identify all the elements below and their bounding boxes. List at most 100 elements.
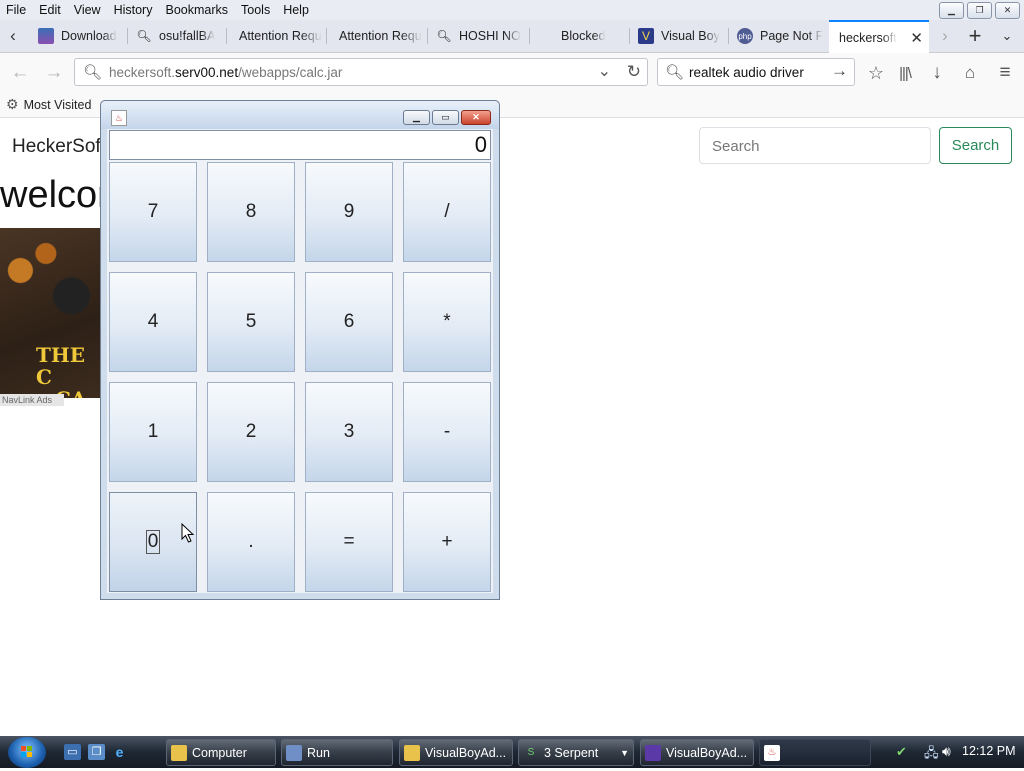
tab-download[interactable]: Download — [30, 20, 128, 52]
list-all-tabs-button[interactable]: ⌄ — [994, 20, 1020, 52]
restore-button[interactable]: ❐ — [967, 2, 992, 19]
key-3[interactable]: 3 — [305, 382, 393, 482]
browser-window-controls: ▁ ❐ ✕ — [939, 2, 1020, 19]
start-button[interactable] — [8, 737, 46, 768]
menu-view[interactable]: View — [68, 3, 108, 17]
menu-file[interactable]: File — [0, 3, 33, 17]
folder-icon — [404, 744, 420, 761]
key-5[interactable]: 5 — [207, 272, 295, 372]
close-tab-icon[interactable]: ✕ — [910, 29, 923, 47]
vba-icon: V — [638, 28, 654, 44]
search-bar[interactable]: 🔍︎ realtek audio driver → — [657, 58, 855, 86]
arrow-left-icon: ← — [10, 62, 30, 83]
calc-maximize-button[interactable]: ▭ — [432, 110, 459, 125]
key-equals[interactable]: = — [305, 492, 393, 592]
url-dropdown-icon[interactable]: ⌄ — [598, 61, 611, 81]
bookmark-star-button[interactable]: ☆ — [864, 61, 888, 85]
open-menu-button[interactable]: ≡ — [993, 61, 1017, 85]
taskbar-serpent-group[interactable]: S3 Serpent ▼ — [518, 739, 634, 766]
page-search-button[interactable]: Search — [939, 127, 1012, 164]
search-icon: 🔍︎ — [436, 29, 452, 43]
serpent-icon: S — [527, 746, 535, 758]
calc-minimize-button[interactable]: ▁ — [403, 110, 430, 125]
page-icon — [38, 28, 54, 44]
internet-explorer-icon[interactable]: e — [111, 744, 128, 760]
java-icon: ♨ — [111, 110, 127, 126]
tab-scroll-left-button[interactable]: ‹ — [0, 20, 26, 52]
tab-visual-boy[interactable]: V Visual Boy — [630, 20, 729, 52]
key-2[interactable]: 2 — [207, 382, 295, 482]
gear-icon: ⚙ — [6, 96, 19, 112]
most-visited-bookmark[interactable]: ⚙ Most Visited — [6, 96, 91, 113]
key-8[interactable]: 8 — [207, 162, 295, 262]
menu-tools[interactable]: Tools — [235, 3, 277, 17]
downloads-button[interactable]: ↓ — [925, 61, 949, 85]
taskbar-computer[interactable]: Computer — [166, 739, 276, 766]
php-icon: php — [737, 28, 753, 44]
key-6[interactable]: 6 — [305, 272, 393, 372]
tab-osu-search[interactable]: 🔍︎ osu!fallBA — [128, 20, 227, 52]
page-search-input[interactable]: Search — [699, 127, 931, 164]
url-bar[interactable]: 🔍︎ heckersoft.serv00.net/webapps/calc.ja… — [74, 58, 648, 86]
hamburger-menu-icon: ≡ — [999, 62, 1011, 83]
tab-heckersoft[interactable]: heckersoft ✕ — [829, 20, 929, 53]
menu-history[interactable]: History — [108, 3, 160, 17]
reload-icon[interactable]: ↻ — [627, 62, 641, 82]
menu-help[interactable]: Help — [277, 3, 316, 17]
close-button[interactable]: ✕ — [995, 2, 1020, 19]
key-decimal[interactable]: . — [207, 492, 295, 592]
key-multiply[interactable]: * — [403, 272, 491, 372]
tab-page-not-found[interactable]: php Page Not F — [729, 20, 829, 52]
caret-down-icon: ▼ — [620, 747, 629, 758]
tab-scroll-right-button[interactable]: › — [932, 20, 958, 52]
key-7[interactable]: 7 — [109, 162, 197, 262]
chevron-left-icon: ‹ — [10, 26, 16, 45]
tab-attention-required-1[interactable]: Attention Requ — [227, 20, 327, 52]
library-icon: |||\ — [899, 64, 912, 82]
tab-hoshi-search[interactable]: 🔍︎ HOSHI NO — [428, 20, 530, 52]
taskbar-java-calculator[interactable]: ♨ — [759, 739, 871, 766]
url-text: heckersoft.serv00.net/webapps/calc.jar — [109, 65, 343, 80]
key-subtract[interactable]: - — [403, 382, 491, 482]
menu-edit[interactable]: Edit — [33, 3, 68, 17]
search-icon: 🔍︎ — [665, 64, 685, 81]
network-icon[interactable]: 🖧 — [924, 744, 939, 766]
show-desktop-icon[interactable]: ▭ — [64, 744, 81, 760]
menu-bar: File Edit View History Bookmarks Tools H… — [0, 0, 1024, 20]
windows-logo-icon — [21, 746, 32, 757]
key-add[interactable]: + — [403, 492, 491, 592]
calc-close-button[interactable]: ✕ — [461, 110, 491, 125]
tab-bar: ‹ Download 🔍︎ osu!fallBA Attention Requ … — [0, 20, 1024, 53]
key-divide[interactable]: / — [403, 162, 491, 262]
key-4[interactable]: 4 — [109, 272, 197, 372]
home-button[interactable]: ⌂ — [958, 61, 982, 85]
calculator-titlebar[interactable]: ♨ ▁ ▭ ✕ — [101, 101, 499, 129]
new-tab-button[interactable]: + — [962, 20, 988, 52]
tab-attention-required-2[interactable]: Attention Requ — [327, 20, 428, 52]
minimize-button[interactable]: ▁ — [939, 2, 964, 19]
advertisement-image[interactable]: THE C.CA — [0, 228, 102, 398]
key-9[interactable]: 9 — [305, 162, 393, 262]
back-button[interactable]: ← — [8, 61, 32, 85]
key-1[interactable]: 1 — [109, 382, 197, 482]
switch-windows-icon[interactable]: ❐ — [88, 744, 105, 760]
taskbar-clock[interactable]: 12:12 PM — [962, 744, 1016, 758]
calculator-display: 0 — [109, 130, 491, 160]
welcome-heading: welcor — [0, 174, 110, 216]
site-brand[interactable]: HeckerSof — [12, 136, 101, 158]
navlink-ads-label[interactable]: NavLink Ads — [0, 394, 64, 406]
taskbar-visualboyadvance[interactable]: VisualBoyAd... — [640, 739, 754, 766]
taskbar-visualboyadvance-folder[interactable]: VisualBoyAd... — [399, 739, 513, 766]
search-go-icon[interactable]: → — [831, 61, 848, 81]
navigation-toolbar: ← → 🔍︎ heckersoft.serv00.net/webapps/cal… — [0, 53, 1024, 93]
menu-bookmarks[interactable]: Bookmarks — [159, 3, 235, 17]
search-icon: 🔍︎ — [136, 29, 152, 43]
run-icon — [286, 744, 302, 761]
taskbar-run[interactable]: Run — [281, 739, 393, 766]
forward-button[interactable]: → — [42, 61, 66, 85]
library-button[interactable]: |||\ — [893, 61, 917, 85]
tab-blocked[interactable]: Blocked — [530, 20, 630, 52]
chevron-right-icon: › — [942, 26, 948, 45]
volume-icon[interactable]: 🔊︎ — [942, 743, 951, 760]
safely-remove-hardware-icon[interactable]: ✔ — [896, 744, 907, 760]
